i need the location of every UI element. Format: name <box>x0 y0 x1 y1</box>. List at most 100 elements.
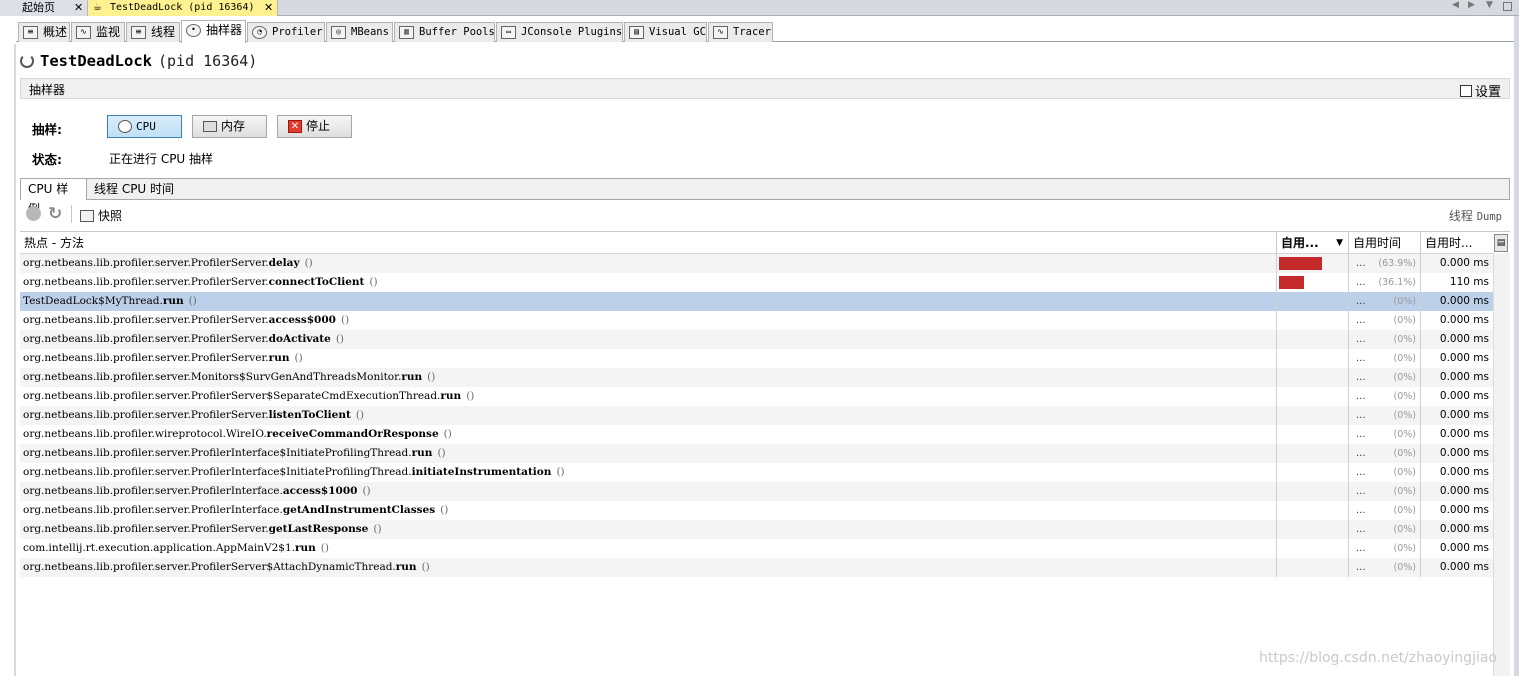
pause-icon[interactable] <box>26 206 41 221</box>
table-row[interactable]: org.netbeans.lib.profiler.server.Profile… <box>20 463 1493 482</box>
tab-overview[interactable]: ≡ 概述 <box>18 22 70 42</box>
close-icon[interactable]: ✕ <box>74 0 83 15</box>
method-class: org.netbeans.lib.profiler.server.Profile… <box>23 276 269 288</box>
tab-label: 抽样器 <box>206 23 243 37</box>
method-cell: org.netbeans.lib.profiler.server.Profile… <box>20 406 1276 425</box>
tab-monitor[interactable]: ∿ 监视 <box>71 22 125 42</box>
column-header-self-time-cpu[interactable]: 自用时... <box>1420 232 1493 254</box>
table-row[interactable]: org.netbeans.lib.profiler.server.Profile… <box>20 349 1493 368</box>
tab-cpu-samples[interactable]: CPU 样例 <box>21 179 87 216</box>
self-time-cpu-cell: 0.000 ms <box>1420 368 1493 387</box>
self-time-bar-cell <box>1276 406 1348 425</box>
method-cell: org.netbeans.lib.profiler.server.Profile… <box>20 387 1276 406</box>
refresh-icon[interactable]: ↻ <box>48 204 62 224</box>
snapshot-button[interactable]: 快照 <box>80 207 122 224</box>
stop-button[interactable]: ✕ 停止 <box>277 115 352 138</box>
table-row[interactable]: TestDeadLock$MyThread.run ()... (0%) 0.000 … <box>20 292 1493 311</box>
method-parens: () <box>440 504 449 516</box>
self-time-percent: (63.9%) <box>1378 258 1416 269</box>
vertical-scrollbar[interactable] <box>1493 253 1510 676</box>
tab-visual-gc[interactable]: ▤ Visual GC <box>624 22 707 42</box>
method-parens: () <box>369 276 378 288</box>
method-class: org.netbeans.lib.profiler.server.Profile… <box>23 561 396 573</box>
dropdown-icon[interactable]: ▼ <box>1486 0 1493 10</box>
table-row[interactable]: com.intellij.rt.execution.application.Ap… <box>20 539 1493 558</box>
self-time-cpu-cell: 0.000 ms <box>1420 425 1493 444</box>
memory-sample-button[interactable]: 内存 <box>192 115 267 138</box>
method-name: doActivate <box>268 333 331 345</box>
method-parens: () <box>294 352 303 364</box>
self-time-bar-cell <box>1276 482 1348 501</box>
method-parens: () <box>340 314 350 326</box>
self-time-cell: ... (0%) <box>1348 463 1420 482</box>
table-row[interactable]: org.netbeans.lib.profiler.server.Profile… <box>20 501 1493 520</box>
thread-dump-button[interactable]: 线程 Dump <box>1449 207 1502 224</box>
table-row[interactable]: org.netbeans.lib.profiler.server.Profile… <box>20 482 1493 501</box>
tab-label: MBeans <box>351 26 389 38</box>
column-settings-icon[interactable]: ▤ <box>1494 234 1508 252</box>
method-parens: () <box>373 523 382 535</box>
self-time-bar-cell <box>1276 330 1348 349</box>
settings-checkbox[interactable]: 设置 <box>1459 81 1501 100</box>
tracer-icon: ∿ <box>713 26 728 39</box>
self-time-cell: ... (0%) <box>1348 482 1420 501</box>
self-time-cpu-cell: 0.000 ms <box>1420 406 1493 425</box>
sample-label: 抽样: <box>32 122 62 137</box>
table-row[interactable]: org.netbeans.lib.profiler.server.Profile… <box>20 330 1493 349</box>
table-row[interactable]: org.netbeans.lib.profiler.server.Profile… <box>20 520 1493 539</box>
self-time-bar <box>1279 257 1322 270</box>
doc-tab-testdeadlock[interactable]: ☕ TestDeadLock (pid 16364) ✕ <box>88 0 278 16</box>
self-time-percent: (0%) <box>1393 505 1416 516</box>
table-row[interactable]: org.netbeans.lib.profiler.server.Profile… <box>20 406 1493 425</box>
scroll-right-icon[interactable]: ▶ <box>1468 0 1475 10</box>
checkbox-icon[interactable] <box>1459 85 1472 97</box>
tab-label: Tracer <box>733 26 771 38</box>
tab-mbeans[interactable]: ◎ MBeans <box>326 22 393 42</box>
self-time-dots: ... <box>1356 524 1366 535</box>
column-header-self-bar[interactable]: 自用... ▼ <box>1276 232 1348 254</box>
table-row[interactable]: org.netbeans.lib.profiler.server.Profile… <box>20 444 1493 463</box>
maximize-icon[interactable] <box>1503 2 1512 11</box>
method-class: org.netbeans.lib.profiler.server.Profile… <box>23 504 283 516</box>
column-header-method[interactable]: 热点 - 方法 <box>20 232 1276 254</box>
tab-threads[interactable]: ≡ 线程 <box>126 22 180 42</box>
method-class: org.netbeans.lib.profiler.server.Profile… <box>23 447 412 459</box>
self-time-cpu-cell: 0.000 ms <box>1420 539 1493 558</box>
tab-profiler[interactable]: ◔ Profiler <box>247 22 325 42</box>
table-row[interactable]: org.netbeans.lib.profiler.server.Monitor… <box>20 368 1493 387</box>
method-parens: () <box>427 371 436 383</box>
tab-tracer[interactable]: ∿ Tracer <box>708 22 773 42</box>
table-row[interactable]: org.netbeans.lib.profiler.server.Profile… <box>20 254 1493 273</box>
table-row[interactable]: org.netbeans.lib.profiler.server.Profile… <box>20 558 1493 577</box>
monitor-icon: ∿ <box>76 26 91 39</box>
method-class: org.netbeans.lib.profiler.wireprotocol.W… <box>23 428 267 440</box>
method-name: run <box>162 295 184 307</box>
self-time-dots: ... <box>1356 467 1366 478</box>
tab-thread-cpu-time[interactable]: 线程 CPU 时间 <box>87 179 181 200</box>
table-row[interactable]: org.netbeans.lib.profiler.server.Profile… <box>20 273 1493 292</box>
method-class: org.netbeans.lib.profiler.server.Profile… <box>23 333 269 345</box>
table-row[interactable]: org.netbeans.lib.profiler.server.Profile… <box>20 311 1493 330</box>
tab-jconsole-plugins[interactable]: ▭ JConsole Plugins <box>496 22 623 42</box>
close-icon[interactable]: ✕ <box>264 0 273 15</box>
button-label: 快照 <box>98 209 123 223</box>
self-time-cpu-cell: 0.000 ms <box>1420 349 1493 368</box>
tab-sampler[interactable]: • 抽样器 <box>181 20 246 43</box>
self-time-percent: (36.1%) <box>1378 277 1416 288</box>
doc-tab-label: TestDeadLock (pid 16364) <box>110 2 255 13</box>
column-header-self-time[interactable]: 自用时间 <box>1348 232 1420 254</box>
window-border <box>1514 16 1519 676</box>
self-time-percent: (0%) <box>1393 410 1416 421</box>
table-row[interactable]: org.netbeans.lib.profiler.wireprotocol.W… <box>20 425 1493 444</box>
hot-spots-table: 热点 - 方法 自用... ▼ 自用时间 自用时... ▤ org.netbea… <box>20 231 1510 676</box>
cpu-sample-button[interactable]: CPU <box>107 115 182 138</box>
table-row[interactable]: org.netbeans.lib.profiler.server.Profile… <box>20 387 1493 406</box>
tab-label: Profiler <box>272 26 323 38</box>
tab-buffer-pools[interactable]: ▥ Buffer Pools <box>394 22 495 42</box>
self-time-cell: ... (0%) <box>1348 330 1420 349</box>
self-time-dots: ... <box>1356 543 1366 554</box>
doc-tab-start-page[interactable]: 起始页 ✕ <box>0 0 88 16</box>
scroll-left-icon[interactable]: ◀ <box>1452 0 1459 10</box>
document-tab-bar: 起始页 ✕ ☕ TestDeadLock (pid 16364) ✕ ◀ ▶ ▼ <box>0 0 1519 16</box>
self-time-bar-cell <box>1276 311 1348 330</box>
